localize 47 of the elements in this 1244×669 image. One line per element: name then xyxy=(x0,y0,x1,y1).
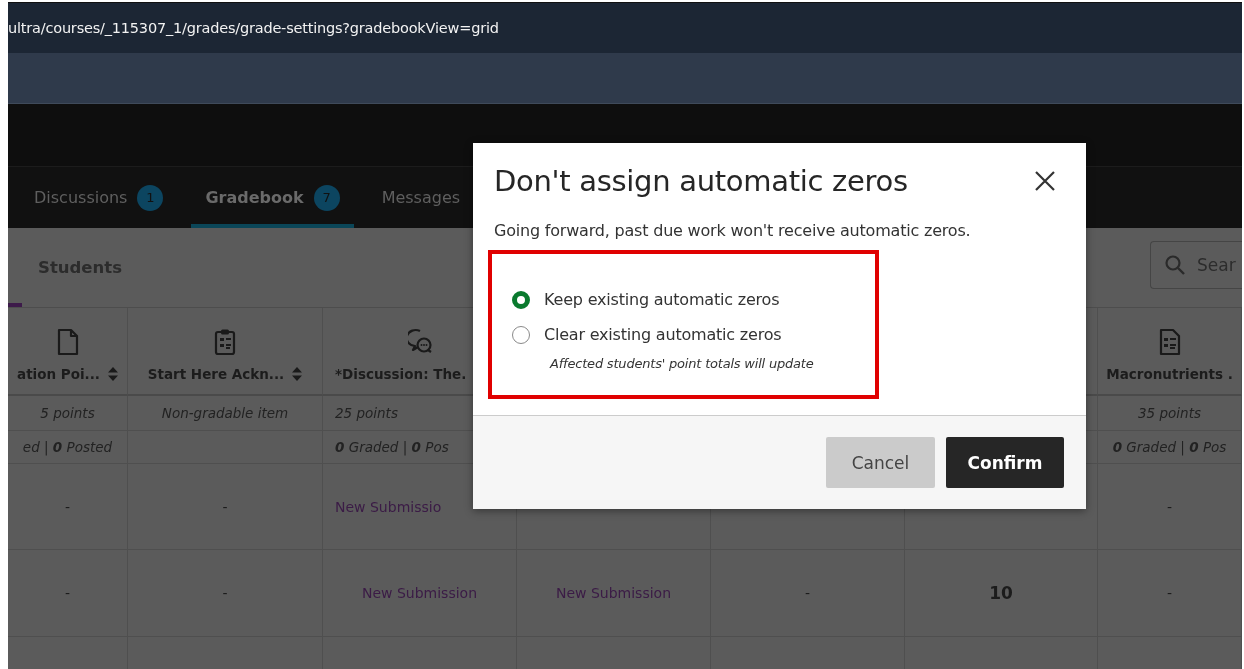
empty-grade: - xyxy=(64,498,71,515)
graded-count: 0 Graded | 0 Pos xyxy=(335,439,449,455)
option-label: Keep existing automatic zeros xyxy=(544,290,780,309)
points-label: Non-gradable item xyxy=(161,405,289,421)
dialog-description: Going forward, past due work won't receive automatic zeros. xyxy=(494,221,972,240)
course-tab[interactable]: Gradebook 7 xyxy=(191,167,354,228)
count-badge: 7 xyxy=(313,184,340,211)
points-label: 25 points xyxy=(335,405,398,421)
tab-underline xyxy=(8,303,22,307)
empty-grade: - xyxy=(1166,498,1173,515)
course-tab[interactable]: Messages xyxy=(367,167,475,228)
graded-count: 0 Graded | 0 Pos xyxy=(1112,439,1227,455)
address-bar[interactable]: ultra/courses/_115307_1/grades/grade-settings?gradebookView=grid xyxy=(8,3,1242,53)
confirm-button[interactable]: Confirm xyxy=(946,437,1064,488)
points-label: 35 points xyxy=(1138,405,1201,421)
empty-grade: - xyxy=(222,585,228,601)
column-title: Start Here Ackn... xyxy=(147,366,285,382)
dialog-title: Don't assign automatic zeros xyxy=(494,164,908,198)
grade-value: 10 xyxy=(989,583,1013,603)
search-icon xyxy=(1164,253,1186,276)
clipboard-list-icon xyxy=(213,328,237,356)
submission-link[interactable]: New Submissio xyxy=(335,498,442,515)
chat-bubbles-icon xyxy=(407,328,432,356)
close-icon xyxy=(1034,170,1056,192)
column-title: ation Poi... xyxy=(17,366,100,382)
empty-grade: - xyxy=(1166,585,1173,601)
cancel-button[interactable]: Cancel xyxy=(826,437,935,488)
form-document-icon xyxy=(1157,328,1182,356)
count-badge: 1 xyxy=(137,184,164,211)
empty-grade: - xyxy=(804,585,811,601)
empty-grade: - xyxy=(64,585,71,601)
empty-grade: - xyxy=(222,498,228,515)
column-title: *Discussion: The. xyxy=(335,366,467,382)
radio-button[interactable] xyxy=(512,325,530,344)
submission-link[interactable]: New Submission xyxy=(361,585,478,601)
column-header[interactable]: Macronutrients . xyxy=(1098,308,1242,396)
submission-link[interactable]: New Submission xyxy=(555,585,672,601)
document-icon xyxy=(55,328,80,356)
column-header[interactable]: Start Here Ackn... xyxy=(128,308,323,396)
column-title: Macronutrients . xyxy=(1106,366,1233,382)
column-header[interactable]: ation Poi... xyxy=(8,308,128,396)
option-label: Clear existing automatic zeros xyxy=(544,325,782,344)
points-label: 5 points xyxy=(40,405,95,421)
graded-count: ed | 0 Posted xyxy=(22,439,113,455)
option-note: Affected students' point totals will update xyxy=(550,356,815,371)
radio-button[interactable] xyxy=(512,290,530,309)
course-tab[interactable]: Discussions 1 xyxy=(20,167,178,228)
